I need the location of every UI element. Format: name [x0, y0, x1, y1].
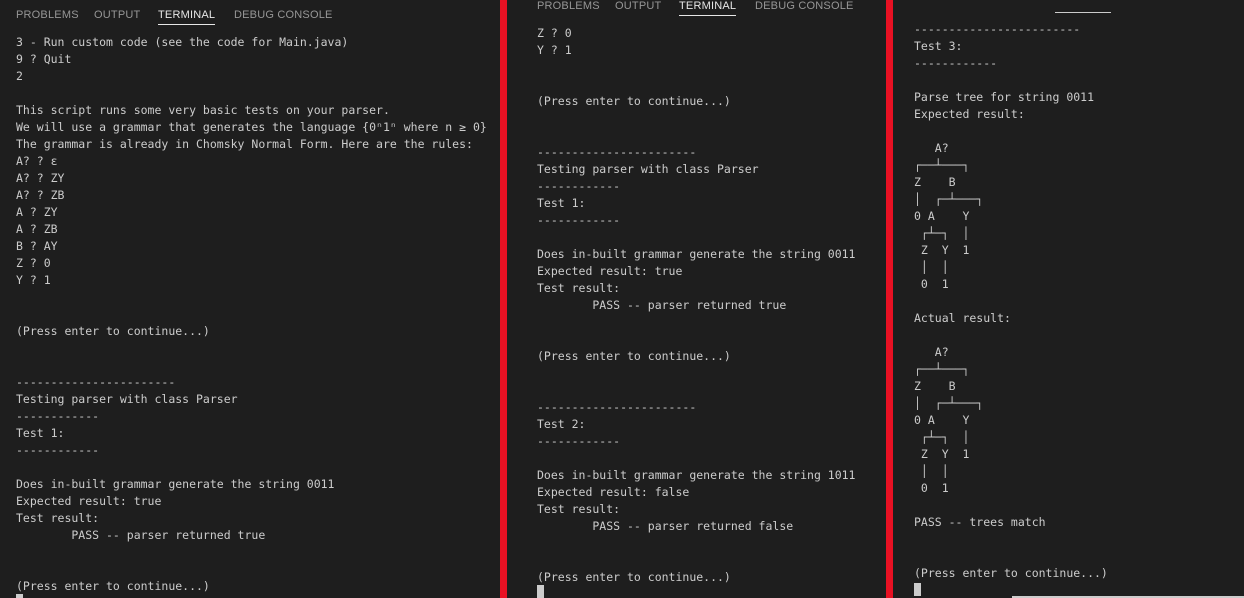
panel-tab-bar: PROBLEMS OUTPUT TERMINAL DEBUG CONSOLE	[0, 0, 500, 30]
red-divider	[886, 0, 893, 598]
tab-problems[interactable]: PROBLEMS	[537, 0, 600, 12]
terminal-output: Z ? 0 Y ? 1 (Press enter to continue...)…	[537, 26, 856, 584]
terminal-panel-middle[interactable]: PROBLEMS OUTPUT TERMINAL DEBUG CONSOLE Z…	[507, 0, 886, 598]
tab-output[interactable]: OUTPUT	[94, 9, 140, 21]
red-divider	[500, 0, 507, 598]
tab-underline-fragment	[1055, 12, 1111, 13]
terminal-cursor	[16, 594, 23, 598]
terminal-output: 3 - Run custom code (see the code for Ma…	[16, 35, 487, 593]
tab-problems[interactable]: PROBLEMS	[16, 9, 79, 21]
tab-debug-console[interactable]: DEBUG CONSOLE	[755, 0, 854, 12]
terminal-output: ------------------------ Test 3: -------…	[914, 22, 1108, 580]
panel-tab-bar: PROBLEMS OUTPUT TERMINAL DEBUG CONSOLE	[507, 0, 886, 21]
terminal-cursor	[914, 583, 921, 596]
terminal-panel-right[interactable]: ------------------------ Test 3: -------…	[893, 0, 1244, 598]
terminal-panel-left[interactable]: PROBLEMS OUTPUT TERMINAL DEBUG CONSOLE 3…	[0, 0, 500, 598]
tab-output[interactable]: OUTPUT	[615, 0, 661, 12]
tab-terminal[interactable]: TERMINAL	[679, 0, 737, 16]
tab-terminal[interactable]: TERMINAL	[158, 9, 216, 25]
terminal-cursor	[537, 585, 544, 598]
tab-debug-console[interactable]: DEBUG CONSOLE	[234, 9, 333, 21]
